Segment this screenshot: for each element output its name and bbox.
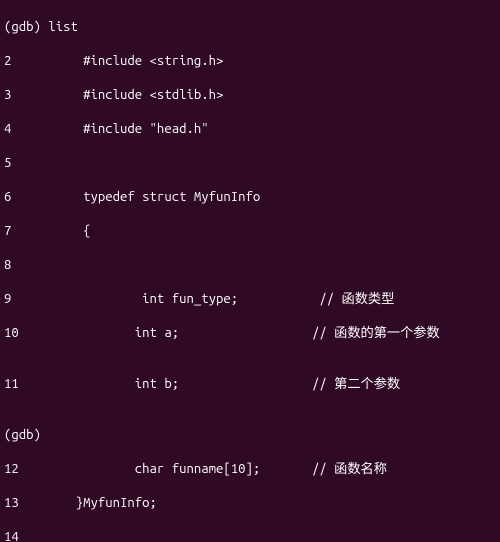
src-line: 4 #include "head.h" [4,121,496,138]
src-line: 3 #include <stdlib.h> [4,87,496,104]
gdb-prompt: (gdb) [4,427,496,444]
src-line: 12 char funname[10]; // 函数名称 [4,461,496,478]
terminal-output[interactable]: (gdb) list 2 #include <string.h> 3 #incl… [0,0,500,542]
src-line: 10 int a; // 函数的第一个参数 [4,325,496,342]
src-line: 5 [4,155,496,172]
src-line: 9 int fun_type; // 函数类型 [4,291,496,308]
src-line: 13 }MyfunInfo; [4,495,496,512]
gdb-prompt-list: (gdb) list [4,19,496,36]
src-line: 8 [4,257,496,274]
src-line: 6 typedef struct MyfunInfo [4,189,496,206]
src-line: 7 { [4,223,496,240]
src-line: 2 #include <string.h> [4,53,496,70]
src-line: 14 [4,529,496,542]
src-line: 11 int b; // 第二个参数 [4,376,496,393]
